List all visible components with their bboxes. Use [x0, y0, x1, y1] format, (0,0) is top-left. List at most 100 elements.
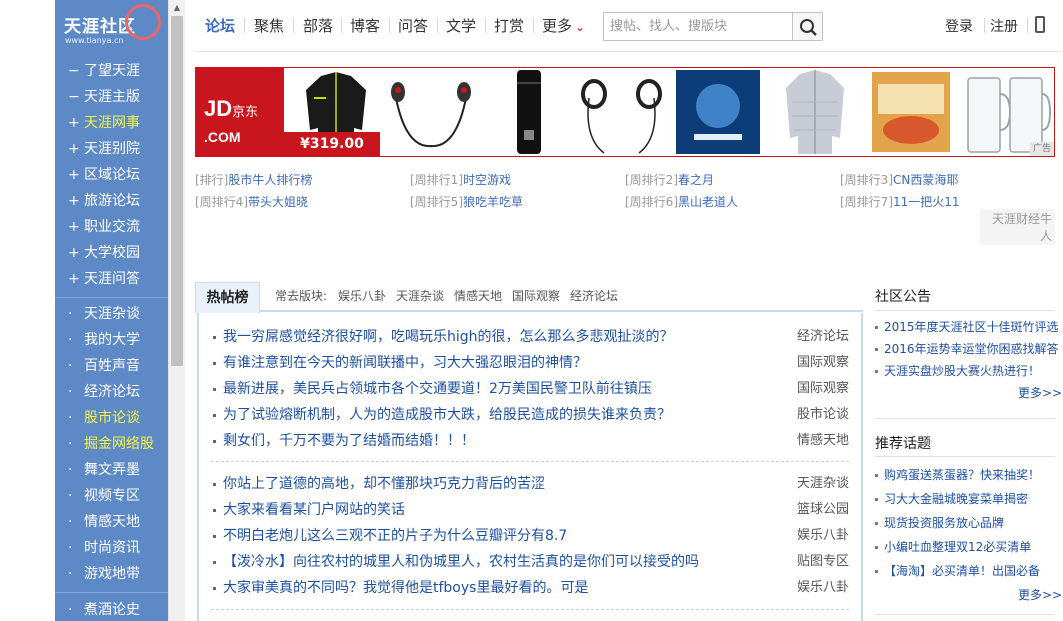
sidebar-scrollbar[interactable]: ▲: [168, 0, 185, 621]
hot-post-board[interactable]: 天涯杂谈: [797, 471, 849, 497]
scroll-up-arrow-icon[interactable]: ▲: [169, 0, 185, 16]
sidebar-item[interactable]: + 旅游论坛: [55, 188, 168, 214]
sidebar-item-marker: +: [68, 271, 80, 287]
ranking-link[interactable]: [周排行1]时空游戏: [410, 171, 511, 188]
hot-post-title[interactable]: 不明白老炮儿这么三观不正的片子为什么豆瓣评分有8.7: [223, 523, 567, 549]
common-board-link[interactable]: 情感天地: [454, 287, 502, 304]
hot-post-row[interactable]: 最新进展，美民兵占领城市各个交通要道！2万美国民警卫队前往镇压 国际观察: [209, 376, 849, 402]
sidebar-item[interactable]: · 煮酒论史: [55, 597, 168, 621]
sidebar-item-label: 经济论坛: [84, 384, 140, 400]
hot-post-row[interactable]: 不明白老炮儿这么三观不正的片子为什么豆瓣评分有8.7 娱乐八卦: [209, 523, 849, 549]
search-input[interactable]: [604, 13, 792, 40]
nav-blog[interactable]: 博客: [350, 15, 380, 36]
hot-post-row[interactable]: 你站上了道德的高地，却不懂那块巧克力背后的苦涩 天涯杂谈: [209, 471, 849, 497]
scrollbar-thumb[interactable]: [171, 16, 183, 366]
sidebar-item[interactable]: + 天涯网事: [55, 110, 168, 136]
ranking-source-label[interactable]: 天涯财经牛人: [980, 209, 1055, 245]
hot-post-board[interactable]: 国际观察: [797, 376, 849, 402]
ranking-link[interactable]: [周排行4]带头大姐晓: [195, 193, 308, 210]
hot-post-title[interactable]: 为了试验熔断机制，人为的造成股市大跌，给股民造成的损失谁来负责？: [223, 402, 671, 428]
sidebar-item[interactable]: − 了望天涯: [55, 58, 168, 84]
hot-post-title[interactable]: 剩女们，千万不要为了结婚而结婚！！！: [223, 428, 475, 454]
topic-link[interactable]: 小编吐血整理双12必买清单: [875, 538, 1031, 555]
nav-tribe[interactable]: 部落: [303, 15, 333, 36]
sidebar-item[interactable]: + 大学校园: [55, 240, 168, 266]
tianya-logo[interactable]: 天涯社区 www.tianya.cn: [55, 0, 168, 56]
hot-post-row[interactable]: 大家审美真的不同吗？我觉得他是tfboys里最好看的。可是 娱乐八卦: [209, 575, 849, 601]
nav-qa[interactable]: 问答: [398, 15, 428, 36]
ranking-link[interactable]: [周排行2]春之月: [625, 171, 714, 188]
notice-link[interactable]: 2015年度天涯社区十佳斑竹评选: [875, 318, 1059, 335]
sidebar-item[interactable]: · 时尚资讯: [55, 535, 168, 561]
sidebar-item[interactable]: · 我的大学: [55, 327, 168, 353]
hot-post-board[interactable]: 国际观察: [797, 350, 849, 376]
jd-banner-ad[interactable]: JD京东 .COM ¥319.00 广告: [195, 67, 1055, 157]
notice-more-link[interactable]: 更多>>: [1018, 384, 1062, 401]
topic-link[interactable]: 现货投资服务放心品牌: [875, 514, 1004, 531]
sidebar-item[interactable]: + 天涯问答: [55, 266, 168, 292]
sidebar-item[interactable]: · 视频专区: [55, 483, 168, 509]
sidebar-item[interactable]: · 经济论坛: [55, 379, 168, 405]
nav-literature[interactable]: 文学: [446, 15, 476, 36]
hot-post-title[interactable]: 大家来看看某门户网站的笑话: [223, 497, 405, 523]
sidebar-item[interactable]: · 掘金网络股: [55, 431, 168, 457]
ranking-link[interactable]: [周排行5]狼吃羊吃草: [410, 193, 523, 210]
sidebar-item-marker: ·: [68, 488, 73, 504]
hot-post-title[interactable]: 我一穷屌感觉经济很好啊，吃喝玩乐high的很，怎么那么多悲观扯淡的？: [223, 324, 674, 350]
ranking-link[interactable]: [周排行7]11一把火11: [840, 193, 960, 210]
sidebar-item[interactable]: + 职业交流: [55, 214, 168, 240]
search-button[interactable]: [792, 12, 823, 41]
hot-post-title[interactable]: 大家审美真的不同吗？我觉得他是tfboys里最好看的。可是: [223, 575, 588, 601]
hot-post-row[interactable]: 为了试验熔断机制，人为的造成股市大跌，给股民造成的损失谁来负责？ 股市论谈: [209, 402, 849, 428]
register-link[interactable]: 注册: [990, 16, 1018, 36]
hot-post-row[interactable]: 有谁注意到在今天的新闻联播中，习大大强忍眼泪的神情？ 国际观察: [209, 350, 849, 376]
ranking-link[interactable]: [周排行6]黑山老道人: [625, 193, 738, 210]
common-board-link[interactable]: 娱乐八卦: [338, 287, 386, 304]
ranking-link[interactable]: [周排行3]CN西蒙海耶: [840, 171, 958, 188]
topic-link[interactable]: 购鸡蛋送蒸蛋器？快来抽奖！: [875, 466, 1040, 483]
nav-more[interactable]: 更多 ⌄: [542, 15, 585, 36]
hot-post-board[interactable]: 情感天地: [797, 428, 849, 454]
hot-post-title[interactable]: 最新进展，美民兵占领城市各个交通要道！2万美国民警卫队前往镇压: [223, 376, 652, 402]
sidebar-item[interactable]: · 舞文弄墨: [55, 457, 168, 483]
hot-post-board[interactable]: 贴图专区: [797, 549, 849, 575]
nav-forum[interactable]: 论坛: [205, 15, 235, 36]
ranking-link[interactable]: [排行]股市牛人排行榜: [195, 171, 312, 188]
sidebar-item[interactable]: · 游戏地带: [55, 561, 168, 587]
mobile-phone-icon[interactable]: [1035, 16, 1045, 33]
topic-link[interactable]: 【海淘】必买清单！出国必备: [875, 562, 1040, 579]
common-board-link[interactable]: 经济论坛: [570, 287, 618, 304]
hot-post-board[interactable]: 经济论坛: [797, 324, 849, 350]
hot-post-title[interactable]: 你站上了道德的高地，却不懂那块巧克力背后的苦涩: [223, 471, 545, 497]
nav-reward[interactable]: 打赏: [494, 15, 524, 36]
topics-more-link[interactable]: 更多>>: [1018, 586, 1062, 603]
topic-link[interactable]: 习大大金融城晚宴菜单揭密: [875, 490, 1028, 507]
tab-hot-posts[interactable]: 热帖榜: [195, 282, 260, 313]
hot-post-row[interactable]: 剩女们，千万不要为了结婚而结婚！！！ 情感天地: [209, 428, 849, 454]
hot-post-row[interactable]: 我一穷屌感觉经济很好啊，吃喝玩乐high的很，怎么那么多悲观扯淡的？ 经济论坛: [209, 324, 849, 350]
sidebar-item[interactable]: · 股市论谈: [55, 405, 168, 431]
hot-post-row[interactable]: 大家来看看某门户网站的笑话 篮球公园: [209, 497, 849, 523]
hot-post-title[interactable]: 【泼冷水】向往农村的城里人和伪城里人，农村生活真的是你们可以接受的吗: [223, 549, 699, 575]
sidebar-item[interactable]: · 情感天地: [55, 509, 168, 535]
notice-link[interactable]: 2016年运势幸运堂你困惑找解答: [875, 340, 1059, 357]
common-board-link[interactable]: 天涯杂谈: [396, 287, 444, 304]
notice-title: 社区公告: [875, 289, 931, 305]
notice-link[interactable]: 天涯实盘炒股大赛火热进行！: [875, 362, 1040, 379]
sidebar-item-marker: ·: [68, 410, 73, 426]
login-link[interactable]: 登录: [945, 16, 973, 36]
sidebar-item[interactable]: + 区域论坛: [55, 162, 168, 188]
hot-post-board[interactable]: 篮球公园: [797, 497, 849, 523]
hot-post-row[interactable]: 【泼冷水】向往农村的城里人和伪城里人，农村生活真的是你们可以接受的吗 贴图专区: [209, 549, 849, 575]
hot-post-title[interactable]: 有谁注意到在今天的新闻联播中，习大大强忍眼泪的神情？: [223, 350, 587, 376]
nav-focus[interactable]: 聚焦: [254, 15, 284, 36]
sidebar-item[interactable]: + 天涯别院: [55, 136, 168, 162]
sidebar-item[interactable]: · 百姓声音: [55, 353, 168, 379]
sidebar-item[interactable]: − 天涯主版: [55, 84, 168, 110]
sidebar-item[interactable]: · 天涯杂谈: [55, 301, 168, 327]
sidebar-item-label: 大学校园: [84, 245, 140, 261]
hot-post-board[interactable]: 娱乐八卦: [797, 523, 849, 549]
hot-post-board[interactable]: 娱乐八卦: [797, 575, 849, 601]
hot-post-board[interactable]: 股市论谈: [797, 402, 849, 428]
common-board-link[interactable]: 国际观察: [512, 287, 560, 304]
